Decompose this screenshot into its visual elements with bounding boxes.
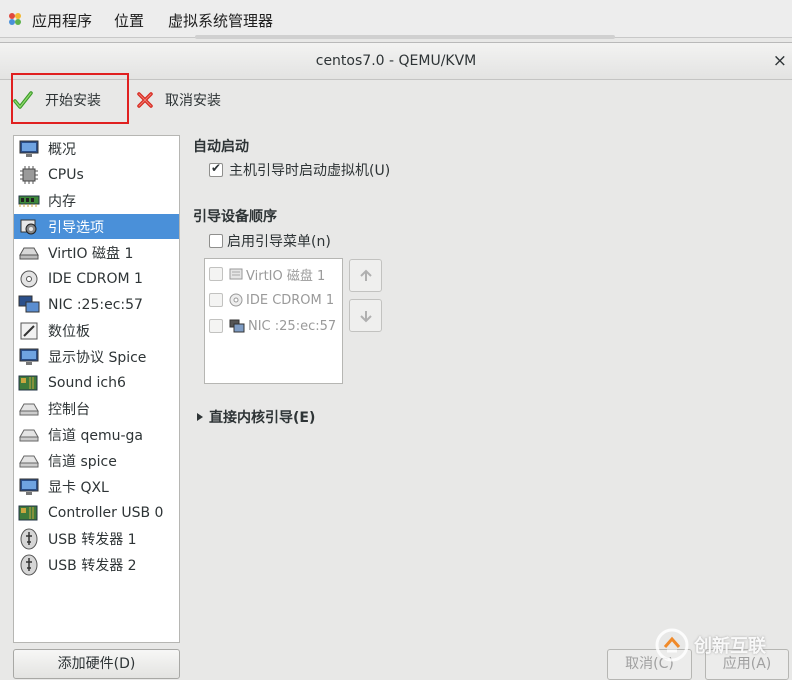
menu-virt-manager[interactable]: 虚拟系统管理器 — [168, 10, 273, 31]
sidebar-item-label: 引导选项 — [48, 219, 104, 236]
boot-device-list: VirtIO 磁盘 1 IDE CDROM 1 NIC :25:ec:57 — [204, 258, 343, 384]
top-panel: 应用程序 位置 虚拟系统管理器 — [0, 0, 792, 39]
sidebar-item-label: CPUs — [48, 166, 84, 183]
boot-device-label: IDE CDROM 1 — [246, 292, 335, 308]
sidebar-item-controller-usb[interactable]: Controller USB 0 — [14, 500, 179, 525]
boot-device-checkbox[interactable] — [209, 267, 223, 281]
sidebar-item-label: 概况 — [48, 141, 76, 158]
sidebar-item-label: VirtIO 磁盘 1 — [48, 245, 134, 262]
list-item[interactable]: VirtIO 磁盘 1 — [209, 264, 325, 284]
tablet-icon — [18, 320, 40, 342]
boot-order-title: 引导设备顺序 — [193, 209, 277, 225]
sidebar-item-overview[interactable]: 概况 — [14, 136, 179, 161]
sidebar-item-tablet[interactable]: 数位板 — [14, 318, 179, 343]
channel-icon — [18, 424, 40, 446]
watermark: 创新互联 — [654, 625, 792, 665]
boot-device-label: NIC :25:ec:57 — [248, 318, 337, 334]
direct-kernel-expander[interactable]: 直接内核引导(E) — [196, 407, 315, 427]
sidebar-item-label: IDE CDROM 1 — [48, 270, 143, 287]
disk-icon — [229, 267, 243, 281]
sidebar-item-label: USB 转发器 1 — [48, 531, 137, 548]
direct-kernel-label: 直接内核引导(E) — [209, 410, 316, 426]
controller-icon — [18, 502, 40, 524]
hardware-list: 概况 CPUs 内存 引导选项 VirtIO 磁盘 1 IDE CDROM 1 … — [13, 135, 180, 643]
autostart-checkbox[interactable] — [209, 161, 223, 177]
close-icon[interactable]: × — [773, 51, 787, 71]
cancel-install-button[interactable]: 取消安装 — [135, 86, 221, 114]
sidebar-item-channel-spice[interactable]: 信道 spice — [14, 448, 179, 473]
list-item[interactable]: IDE CDROM 1 — [209, 290, 334, 310]
nic-icon — [229, 319, 245, 333]
watermark-logo-icon — [654, 627, 690, 663]
begin-install-label: 开始安装 — [45, 93, 101, 109]
arrow-down-icon — [358, 308, 374, 324]
cancel-install-label: 取消安装 — [165, 93, 221, 109]
video-card-icon — [18, 476, 40, 498]
sound-icon — [18, 372, 40, 394]
channel-icon — [18, 450, 40, 472]
sidebar-item-virtio-disk[interactable]: VirtIO 磁盘 1 — [14, 240, 179, 265]
sidebar-item-display-spice[interactable]: 显示协议 Spice — [14, 344, 179, 369]
list-item[interactable]: NIC :25:ec:57 — [209, 316, 336, 336]
applications-icon — [8, 12, 22, 26]
vm-details-window: centos7.0 - QEMU/KVM × 开始安装 取消安装 概况 CPUs… — [0, 42, 792, 680]
panel-strip — [195, 35, 615, 39]
autostart-title: 自动启动 — [193, 139, 249, 155]
sidebar-item-channel-qemu-ga[interactable]: 信道 qemu-ga — [14, 422, 179, 447]
sidebar-item-usb-redirector-2[interactable]: USB 转发器 2 — [14, 552, 179, 577]
sidebar-item-usb-redirector-1[interactable]: USB 转发器 1 — [14, 526, 179, 551]
usb-redirector-icon — [18, 554, 40, 576]
cdrom-icon — [18, 268, 40, 290]
usb-redirector-icon — [18, 528, 40, 550]
sidebar-item-video-qxl[interactable]: 显卡 QXL — [14, 474, 179, 499]
boot-menu-label: 启用引导菜单(n) — [227, 234, 331, 250]
boot-device-checkbox[interactable] — [209, 319, 223, 333]
boot-options-icon — [18, 216, 40, 238]
sidebar-item-label: USB 转发器 2 — [48, 557, 137, 574]
display-icon — [18, 346, 40, 368]
sidebar-item-memory[interactable]: 内存 — [14, 188, 179, 213]
sidebar-item-boot-options[interactable]: 引导选项 — [14, 214, 179, 239]
memory-icon — [18, 190, 40, 212]
watermark-text: 创新互联 — [694, 636, 766, 657]
sidebar-item-label: Sound ich6 — [48, 374, 126, 391]
expander-triangle-icon — [196, 412, 204, 422]
sidebar-item-sound[interactable]: Sound ich6 — [14, 370, 179, 395]
begin-install-button[interactable]: 开始安装 — [12, 86, 101, 114]
sidebar-item-label: 内存 — [48, 193, 76, 210]
menu-applications[interactable]: 应用程序 — [32, 10, 92, 31]
boot-device-checkbox[interactable] — [209, 293, 223, 307]
boot-menu-checkbox[interactable] — [209, 234, 223, 248]
monitor-icon — [18, 138, 40, 160]
sidebar-item-label: 显卡 QXL — [48, 479, 109, 496]
autostart-checkbox-label: 主机引导时启动虚拟机(U) — [229, 163, 391, 179]
nic-icon — [18, 294, 40, 316]
add-hardware-button[interactable]: 添加硬件(D) — [13, 649, 180, 679]
disk-icon — [18, 242, 40, 264]
sidebar-item-label: 数位板 — [48, 323, 90, 340]
sidebar-item-label: Controller USB 0 — [48, 504, 164, 521]
window-title: centos7.0 - QEMU/KVM — [315, 53, 477, 69]
sidebar-item-cpus[interactable]: CPUs — [14, 162, 179, 187]
arrow-up-icon — [358, 268, 374, 284]
cancel-x-icon — [135, 90, 155, 110]
sidebar-item-label: 信道 qemu-ga — [48, 427, 143, 444]
sidebar-item-console[interactable]: 控制台 — [14, 396, 179, 421]
sidebar-item-label: 显示协议 Spice — [48, 349, 147, 366]
cdrom-icon — [229, 293, 243, 307]
sidebar-item-ide-cdrom[interactable]: IDE CDROM 1 — [14, 266, 179, 291]
checkmark-icon — [12, 89, 34, 111]
sidebar-item-label: NIC :25:ec:57 — [48, 296, 143, 313]
cpu-icon — [18, 164, 40, 186]
boot-device-label: VirtIO 磁盘 1 — [246, 268, 326, 284]
sidebar-item-label: 控制台 — [48, 401, 90, 418]
move-down-button[interactable] — [349, 299, 382, 332]
console-icon — [18, 398, 40, 420]
sidebar-item-label: 信道 spice — [48, 453, 117, 470]
move-up-button[interactable] — [349, 259, 382, 292]
sidebar-item-nic[interactable]: NIC :25:ec:57 — [14, 292, 179, 317]
menu-places[interactable]: 位置 — [114, 10, 144, 31]
